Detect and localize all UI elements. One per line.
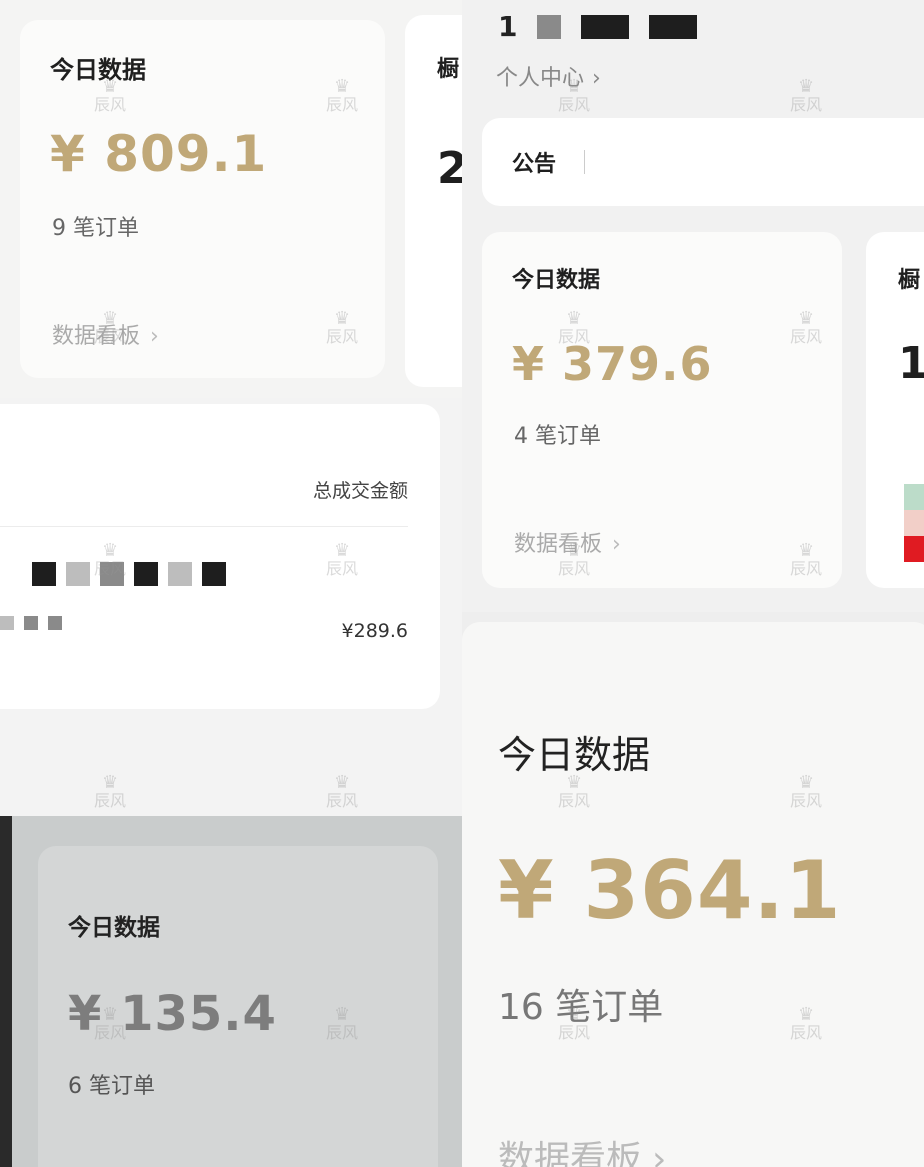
order-count: 9 笔订单 — [52, 216, 139, 241]
redacted-product-name — [32, 562, 226, 586]
top-right-panel: 1 个人中心 › 公告 今日数据 ¥ 379.6 4 笔订单 数据看板 › 橱 1 — [462, 0, 924, 612]
top-left-panel: 今日数据 ¥ 809.1 9 笔订单 数据看板 › 橱 2 — [0, 0, 462, 398]
middle-left-panel: 总成交金额 ¥289.6 — [0, 398, 462, 816]
redacted-product-info — [0, 616, 62, 630]
total-amount-header: 总成交金额 — [312, 480, 408, 502]
card-title: 今日数据 — [68, 915, 160, 941]
divider — [0, 526, 408, 527]
today-data-card[interactable]: 今日数据 ¥ 809.1 9 笔订单 数据看板 › — [20, 20, 385, 378]
mini-chart-bars — [904, 484, 924, 562]
announcement-label: 公告 — [512, 152, 557, 177]
chevron-right-icon: › — [592, 66, 601, 91]
showcase-title: 橱 — [437, 57, 460, 82]
data-dashboard-link[interactable]: 数据看板 › — [52, 318, 159, 350]
today-data-card[interactable]: 今日数据 ¥ 379.6 4 笔订单 数据看板 › — [482, 232, 842, 588]
chevron-right-icon: › — [150, 324, 159, 349]
showcase-card[interactable]: 橱 2 — [405, 15, 462, 387]
profile-center-link[interactable]: 个人中心 › — [496, 60, 601, 92]
today-data-card[interactable]: 今日数据 ¥ 364.1 16 笔订单 数据看板 › — [462, 622, 924, 1167]
card-title: 今日数据 — [512, 268, 601, 293]
profile-name-partial: 1 — [498, 10, 518, 43]
showcase-value: 1 — [898, 338, 924, 389]
data-dashboard-label: 数据看板 — [498, 1139, 643, 1167]
showcase-value: 2 — [437, 143, 462, 194]
today-amount: ¥ 364.1 — [498, 844, 842, 937]
today-data-card[interactable]: 今日数据 ¥ 135.4 6 笔订单 — [38, 846, 438, 1167]
row-amount: ¥289.6 — [341, 620, 408, 642]
order-count: 4 笔订单 — [514, 424, 601, 449]
showcase-card[interactable]: 橱 1 — [866, 232, 924, 588]
today-amount: ¥ 809.1 — [50, 125, 268, 183]
profile-name: 1 — [498, 10, 698, 43]
today-amount: ¥ 379.6 — [512, 337, 713, 391]
announcement-bar[interactable]: 公告 — [482, 118, 924, 206]
order-count: 16 笔订单 — [498, 987, 664, 1028]
bottom-left-panel: 今日数据 ¥ 135.4 6 笔订单 — [0, 816, 462, 1167]
chevron-right-icon: › — [612, 532, 621, 557]
order-count: 6 笔订单 — [68, 1074, 155, 1099]
device-bezel — [0, 816, 12, 1167]
today-amount: ¥ 135.4 — [68, 986, 277, 1042]
sales-list-card: 总成交金额 ¥289.6 — [0, 404, 440, 709]
chevron-right-icon: › — [652, 1139, 667, 1167]
card-title: 今日数据 — [50, 56, 146, 84]
data-dashboard-label: 数据看板 — [52, 324, 141, 349]
data-dashboard-label: 数据看板 — [514, 532, 603, 557]
data-dashboard-link[interactable]: 数据看板 › — [498, 1130, 666, 1167]
bottom-right-panel: 今日数据 ¥ 364.1 16 笔订单 数据看板 › — [462, 612, 924, 1167]
card-title: 今日数据 — [498, 733, 651, 777]
showcase-title: 橱 — [898, 268, 921, 293]
profile-center-label: 个人中心 — [496, 66, 585, 91]
data-dashboard-link[interactable]: 数据看板 › — [514, 526, 621, 558]
announcement-divider — [584, 150, 585, 174]
